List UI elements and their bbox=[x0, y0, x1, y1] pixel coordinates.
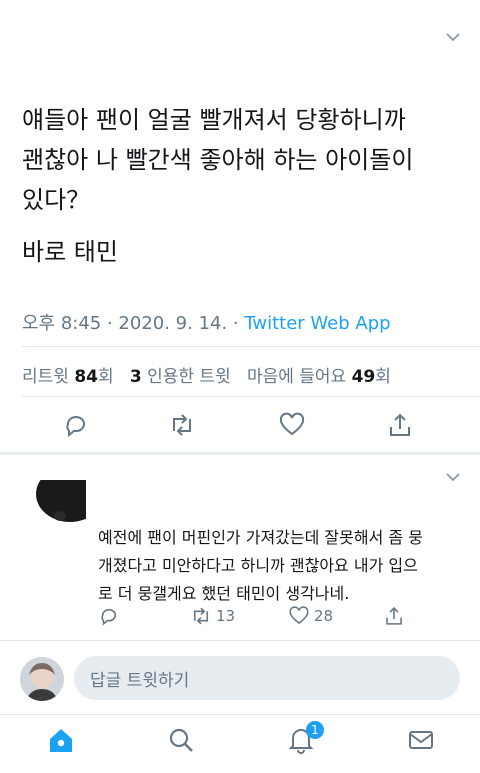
avatar-image bbox=[20, 657, 64, 701]
home-icon bbox=[50, 729, 72, 752]
tweet-line-1: 얘들아 팬이 얼굴 빨개져서 당황하니까 bbox=[22, 106, 406, 134]
tweet-meta: 오후 8:45 · 2020. 9. 14. · Twitter Web App bbox=[22, 309, 391, 335]
notifications-badge: 1 bbox=[306, 721, 324, 739]
reply-avatar[interactable] bbox=[20, 480, 86, 524]
reply-icon bbox=[101, 608, 117, 626]
chevron-down-icon[interactable] bbox=[444, 468, 462, 486]
likes-label: 마음에 들어요 bbox=[246, 367, 347, 387]
quotes-count: 3 bbox=[129, 367, 142, 387]
search-icon bbox=[169, 728, 193, 752]
share-icon bbox=[390, 413, 410, 436]
retweets-count: 84 bbox=[74, 367, 98, 387]
tweet-text: 얘들아 팬이 얼굴 빨개져서 당황하니까 괜찮아 나 빨간색 좋아해 하는 아이… bbox=[22, 100, 462, 272]
mail-icon bbox=[409, 731, 433, 749]
reply-button[interactable] bbox=[62, 411, 94, 443]
reply-icon bbox=[66, 416, 85, 438]
tweet-stats: 리트윗 84회 3 인용한 트윗 마음에 들어요 49회 bbox=[22, 362, 391, 387]
heart-icon bbox=[289, 606, 309, 625]
tweet-line-2: 괜찮아 나 빨간색 좋아해 하는 아이돌이 bbox=[22, 146, 414, 174]
tweet-source-link[interactable]: Twitter Web App bbox=[244, 313, 390, 334]
tab-home[interactable] bbox=[46, 725, 76, 755]
tab-messages[interactable] bbox=[406, 725, 436, 755]
reply-like-count: 28 bbox=[314, 607, 334, 625]
reply-line-1: 예전에 팬이 머핀인가 가져갔는데 잘못해서 좀 뭉 bbox=[98, 528, 423, 547]
reply-reply-button[interactable] bbox=[98, 604, 120, 628]
avatar-image bbox=[36, 480, 86, 522]
likes-stat[interactable]: 마음에 들어요 49회 bbox=[247, 367, 391, 387]
reply-line-3: 로 더 뭉갤게요 했던 태민이 생각나네. bbox=[98, 584, 350, 603]
likes-unit: 회 bbox=[375, 367, 391, 387]
reply-like-button[interactable]: 28 bbox=[288, 604, 333, 628]
retweets-label: 리트윗 bbox=[22, 367, 69, 387]
tab-search[interactable] bbox=[166, 725, 196, 755]
retweets-unit: 회 bbox=[98, 367, 114, 387]
retweets-stat[interactable]: 리트윗 84회 bbox=[22, 367, 114, 387]
reply-retweet-count: 13 bbox=[216, 607, 236, 625]
reply-retweet-button[interactable]: 13 bbox=[190, 604, 235, 628]
like-button[interactable] bbox=[278, 411, 310, 443]
likes-count: 49 bbox=[351, 367, 376, 387]
quotes-label: 인용한 트윗 bbox=[147, 367, 231, 387]
quotes-stat[interactable]: 3 인용한 트윗 bbox=[130, 367, 231, 387]
heart-icon bbox=[279, 412, 305, 436]
section-separator bbox=[0, 452, 480, 455]
retweet-button[interactable] bbox=[168, 411, 200, 443]
tweet-line-4: 바로 태민 bbox=[22, 238, 118, 266]
divider bbox=[22, 346, 480, 347]
retweet-icon bbox=[173, 414, 191, 436]
chevron-down-icon[interactable] bbox=[444, 28, 462, 46]
reply-text: 예전에 팬이 머핀인가 가져갔는데 잘못해서 좀 뭉 개졌다고 미안하다고 하니… bbox=[98, 524, 468, 608]
divider bbox=[22, 396, 480, 397]
retweet-icon bbox=[193, 607, 209, 625]
compose-placeholder: 답글 트윗하기 bbox=[90, 671, 190, 691]
reply-line-2: 개졌다고 미안하다고 하니까 괜찮아요 내가 입으 bbox=[98, 556, 418, 575]
tweet-line-3: 있다？ bbox=[22, 186, 91, 214]
reply-share-button[interactable] bbox=[383, 604, 405, 628]
user-avatar[interactable] bbox=[20, 657, 64, 701]
share-icon bbox=[386, 607, 402, 625]
tweet-actions bbox=[0, 405, 480, 449]
tweet-timestamp: 오후 8:45 · 2020. 9. 14. · bbox=[22, 313, 245, 334]
reply-compose-input[interactable]: 답글 트윗하기 bbox=[74, 656, 460, 700]
bottom-tab-bar bbox=[0, 714, 480, 773]
share-button[interactable] bbox=[386, 411, 418, 443]
